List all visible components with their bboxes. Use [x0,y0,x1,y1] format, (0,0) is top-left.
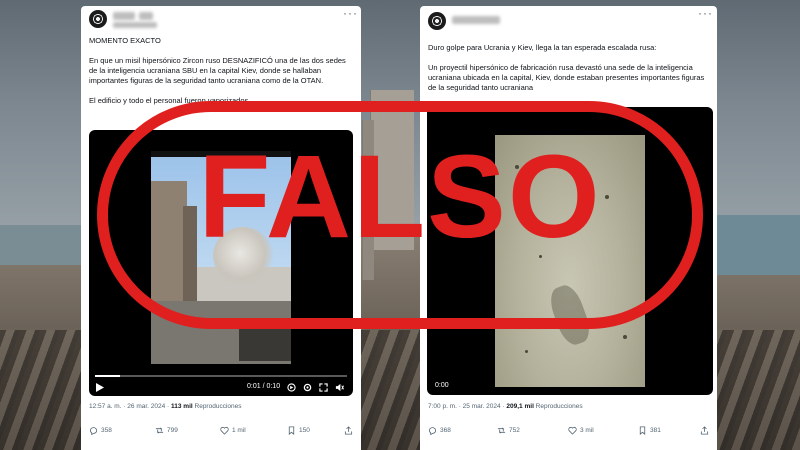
reply-count: 368 [440,427,451,434]
blurred-username [452,16,500,24]
reply-icon [428,427,437,435]
video-speck [525,350,528,353]
video-speck [623,335,627,339]
tweet-timestamp[interactable]: 7:00 p. m. · 25 mar. 2024 · [428,403,506,410]
play-icon[interactable] [96,383,104,392]
views-label: Reproducciones [533,403,583,410]
tweet-text: MOMENTO EXACTO En que un misil hipersóni… [89,36,351,106]
tweet-timestamp[interactable]: 12:57 a. m. · 26 mar. 2024 · [89,403,171,410]
fullscreen-icon[interactable] [319,383,328,392]
repost-icon [155,427,164,434]
bookmark-icon [639,426,646,435]
share-button[interactable] [700,426,709,435]
tweet-paragraph: Duro golpe para Ucrania y Kiev, llega la… [428,43,657,52]
tweet-actions: 358 799 1 mil 150 [89,426,353,438]
bookmark-count: 381 [650,427,661,434]
like-count: 1 mil [232,427,246,434]
view-count: 113 mil [171,403,193,410]
like-icon [220,426,229,435]
tweet-meta: 7:00 p. m. · 25 mar. 2024 · 209,1 mil Re… [428,403,583,410]
avatar[interactable] [428,12,446,30]
bookmark-count: 150 [299,427,310,434]
blurred-username [113,12,135,20]
repost-button[interactable]: 752 [497,426,520,435]
bookmark-icon [288,426,295,435]
repost-count: 752 [509,427,520,434]
repost-button[interactable]: 799 [155,426,178,435]
gif-icon[interactable] [287,383,296,392]
share-button[interactable] [344,426,353,435]
reply-count: 358 [101,427,112,434]
avatar[interactable] [89,10,107,28]
volume-icon[interactable] [335,383,344,392]
reply-icon [89,427,98,435]
like-button[interactable]: 1 mil [220,426,246,435]
tweet-paragraph: En que un misil hipersónico Zircon ruso … [89,56,346,85]
tweet-meta: 12:57 a. m. · 26 mar. 2024 · 113 mil Rep… [89,403,241,410]
more-options-icon[interactable]: ··· [698,6,713,20]
more-options-icon[interactable]: ··· [343,6,358,20]
video-time: 0:01 / 0:10 [247,383,281,390]
view-count: 209,1 mil [506,403,534,410]
blurred-username [139,12,153,20]
bookmark-button[interactable]: 381 [638,426,661,435]
video-controls: 0:01 / 0:10 [89,374,353,396]
repost-icon [497,427,506,434]
video-progress-fill [95,375,121,377]
video-progress-bar[interactable] [95,375,347,377]
tweet-paragraph: MOMENTO EXACTO [89,36,161,45]
settings-icon[interactable] [303,383,312,392]
video-time: 0:00 [435,382,449,389]
like-count: 3 mil [580,427,594,434]
like-icon [568,426,577,435]
blurred-handle [113,22,157,28]
tweet-actions: 368 752 3 mil 381 [428,426,710,438]
repost-count: 799 [167,427,178,434]
views-label: Reproducciones [192,403,242,410]
falso-stamp-label: FALSO [198,131,602,263]
share-icon [344,426,353,435]
reply-button[interactable]: 368 [428,426,451,435]
tweet-paragraph: Un proyectil hipersónico de fabricación … [428,63,705,92]
like-button[interactable]: 3 mil [568,426,594,435]
tweet-text: Duro golpe para Ucrania y Kiev, llega la… [428,43,710,93]
share-icon [700,426,709,435]
bookmark-button[interactable]: 150 [287,426,310,435]
reply-button[interactable]: 358 [89,426,112,435]
